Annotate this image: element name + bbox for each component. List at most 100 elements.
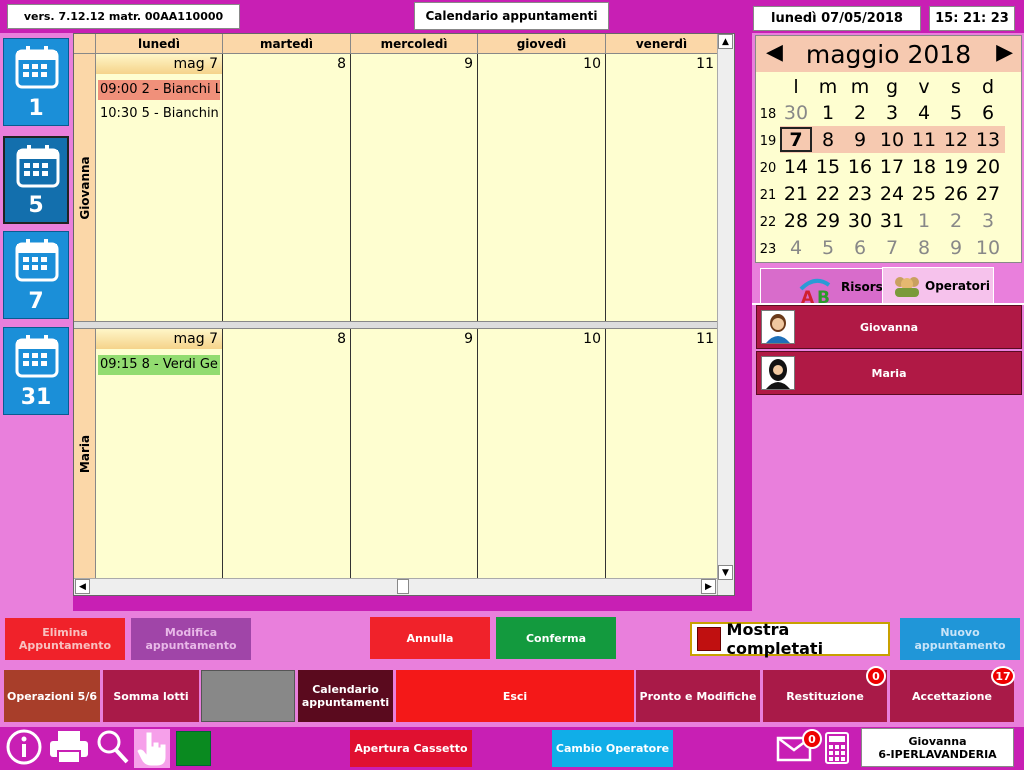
calendar-day[interactable]: 2 (844, 102, 876, 124)
scroll-down-icon[interactable]: ▼ (718, 565, 733, 580)
prev-month-icon[interactable]: ◀ (766, 40, 783, 65)
open-drawer-button[interactable]: Apertura Cassetto (350, 730, 472, 767)
somma-lotti-button[interactable]: Somma lotti (103, 670, 199, 722)
calendar-day[interactable]: 2 (940, 210, 972, 232)
day-cell[interactable]: 9 (351, 329, 478, 579)
calendar-day[interactable]: 13 (972, 129, 1004, 151)
blank-button[interactable] (201, 670, 295, 722)
calendar-day[interactable]: 29 (812, 210, 844, 232)
calendar-day[interactable]: 4 (780, 237, 812, 259)
scroll-up-icon[interactable]: ▲ (718, 34, 733, 49)
calendar-day[interactable]: 21 (780, 183, 812, 205)
restituzione-badge: 0 (866, 666, 886, 686)
printer-icon[interactable] (48, 729, 90, 765)
day-cell[interactable]: 11 (606, 329, 718, 579)
calendar-day[interactable]: 16 (844, 156, 876, 178)
calendar-day[interactable]: 26 (940, 183, 972, 205)
weekday-label: l (793, 76, 799, 98)
scroll-thumb[interactable] (397, 579, 409, 594)
new-appointment-button[interactable]: Nuovo appuntamento (900, 618, 1020, 660)
calendar-day[interactable]: 3 (972, 210, 1004, 232)
calendar-day[interactable]: 12 (940, 129, 972, 151)
search-icon[interactable] (96, 729, 130, 765)
day-cell[interactable]: mag 7 09:15 8 - Verdi Ge (96, 329, 223, 579)
exit-button[interactable]: Esci (396, 670, 634, 722)
calendar-day[interactable]: 30 (844, 210, 876, 232)
calculator-icon[interactable] (824, 731, 850, 765)
info-icon[interactable] (6, 729, 42, 765)
calendar-day[interactable]: 5 (812, 237, 844, 259)
vertical-scrollbar[interactable]: ▲ ▼ (717, 34, 734, 595)
operator-button-maria[interactable]: Maria (756, 351, 1022, 395)
calendar-day[interactable]: 11 (908, 129, 940, 151)
calendar-day[interactable]: 24 (876, 183, 908, 205)
calendar-day[interactable]: 23 (844, 183, 876, 205)
day-header: venerdì (606, 34, 718, 54)
calendar-day[interactable]: 28 (780, 210, 812, 232)
scroll-left-icon[interactable]: ◀ (75, 579, 90, 594)
touch-mode-button[interactable] (134, 729, 170, 768)
calendar-day[interactable]: 20 (972, 156, 1004, 178)
calendar-day[interactable]: 10 (972, 237, 1004, 259)
calendar-day[interactable]: 3 (876, 102, 908, 124)
calendar-day[interactable]: 5 (940, 102, 972, 124)
calendar-day[interactable]: 1 (812, 102, 844, 124)
calendar-day[interactable]: 27 (972, 183, 1004, 205)
day-cell[interactable]: 8 (223, 54, 351, 321)
row-separator[interactable] (74, 321, 734, 329)
view-5-day-button[interactable]: 5 (3, 136, 69, 224)
change-operator-button[interactable]: Cambio Operatore (552, 730, 673, 767)
calendar-day[interactable]: 6 (972, 102, 1004, 124)
horizontal-scrollbar[interactable]: ◀ ▶ (74, 578, 717, 595)
resources-icon: AB (799, 278, 831, 305)
calendar-day[interactable]: 6 (844, 237, 876, 259)
calendar-day[interactable]: 31 (876, 210, 908, 232)
day-cell[interactable]: 11 (606, 54, 718, 321)
calendar-day[interactable]: 9 (844, 129, 876, 151)
view-month-button[interactable]: 31 (3, 327, 69, 415)
day-cell[interactable]: 8 (223, 329, 351, 579)
edit-appointment-button[interactable]: Modifica appuntamento (131, 618, 251, 660)
calendar-day[interactable]: 18 (908, 156, 940, 178)
calendar-day[interactable]: 22 (812, 183, 844, 205)
calendar-nav-button[interactable]: Calendario appuntamenti (298, 670, 393, 722)
status-indicator[interactable] (176, 731, 211, 766)
calendar-icon (15, 239, 59, 282)
day-cell[interactable]: 9 (351, 54, 478, 321)
calendar-day[interactable]: 1 (908, 210, 940, 232)
avatar (761, 310, 795, 344)
ready-changes-button[interactable]: Pronto e Modifiche (636, 670, 760, 722)
calendar-day[interactable]: 7 (876, 237, 908, 259)
calendar-day[interactable]: 15 (812, 156, 844, 178)
next-month-icon[interactable]: ▶ (996, 40, 1013, 65)
calendar-day[interactable]: 30 (780, 102, 812, 124)
calendar-day[interactable]: 10 (876, 129, 908, 151)
appointment[interactable]: 09:15 8 - Verdi Ge (98, 355, 220, 375)
cancel-button[interactable]: Annulla (370, 617, 490, 659)
view-1-day-button[interactable]: 1 (3, 38, 69, 126)
calendar-day[interactable]: 14 (780, 156, 812, 178)
day-cell[interactable]: 10 (478, 329, 606, 579)
day-cell[interactable]: 10 (478, 54, 606, 321)
checkbox-icon[interactable] (697, 627, 721, 651)
delete-appointment-button[interactable]: Elimina Appuntamento (5, 618, 125, 660)
confirm-button[interactable]: Conferma (496, 617, 616, 659)
operator-button-giovanna[interactable]: Giovanna (756, 305, 1022, 349)
day-cell[interactable]: mag 7 09:00 2 - Bianchi L 10:30 5 - Bian… (96, 54, 223, 321)
right-panel: maggio 2018 ◀ ▶ l m m g v s d 18 30 1 2 3 4 5 6 19 7 8 9 10… (752, 33, 1024, 613)
operations-button[interactable]: Operazioni 5/6 (4, 670, 100, 722)
scroll-right-icon[interactable]: ▶ (701, 579, 716, 594)
show-completed-toggle[interactable]: Mostra completati (690, 620, 890, 658)
calendar-day[interactable]: 8 (908, 237, 940, 259)
calendar-day[interactable]: 8 (812, 129, 844, 151)
calendar-day[interactable]: 17 (876, 156, 908, 178)
tab-operatori[interactable]: Operatori (882, 267, 994, 304)
view-7-day-button[interactable]: 7 (3, 231, 69, 319)
day-header: mercoledì (351, 34, 478, 54)
calendar-day[interactable]: 4 (908, 102, 940, 124)
appointment[interactable]: 10:30 5 - Bianchini (98, 104, 220, 124)
calendar-day[interactable]: 19 (940, 156, 972, 178)
calendar-day[interactable]: 25 (908, 183, 940, 205)
calendar-day[interactable]: 9 (940, 237, 972, 259)
appointment[interactable]: 09:00 2 - Bianchi L (98, 80, 220, 100)
